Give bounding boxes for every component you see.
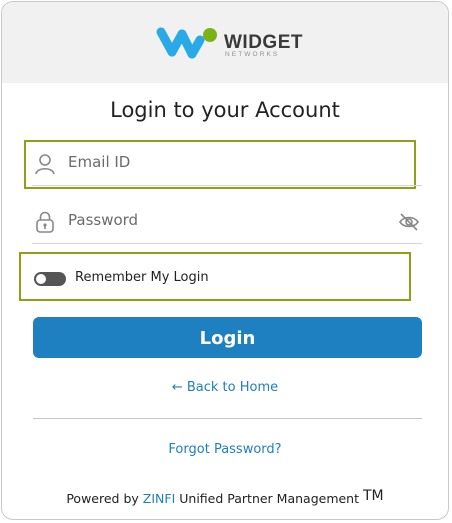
forgot-password-link[interactable]: Forgot Password? [2,442,448,457]
password-placeholder: Password [68,211,139,229]
divider [33,418,422,419]
eye-slash-icon[interactable] [398,212,420,232]
widget-logo: WIDGET NETWORKS [154,24,304,64]
user-icon [35,154,55,175]
footer: Powered by ZINFI Unified Partner Managem… [2,488,448,506]
header: WIDGET NETWORKS [2,2,448,83]
page-title: Login to your Account [110,98,340,122]
email-field[interactable]: Email ID [32,142,422,186]
lock-icon [36,211,54,233]
back-to-home-link[interactable]: ← Back to Home [2,380,448,395]
remember-label: Remember My Login [75,270,209,285]
login-button[interactable]: Login [33,317,422,358]
email-placeholder: Email ID [68,153,131,171]
login-card: WIDGET NETWORKS Login to your Account Em… [1,1,449,520]
footer-prefix: Powered by [66,491,139,506]
footer-brand-link[interactable]: ZINFI [143,491,175,506]
toggle-knob [36,274,46,284]
footer-suffix: Unified Partner Management [179,491,360,506]
password-field[interactable]: Password [32,200,422,244]
logo-subtitle: NETWORKS [225,51,280,58]
trademark: TM [363,488,384,504]
remember-toggle[interactable] [34,272,66,286]
widget-logo-mark-icon [156,27,217,59]
